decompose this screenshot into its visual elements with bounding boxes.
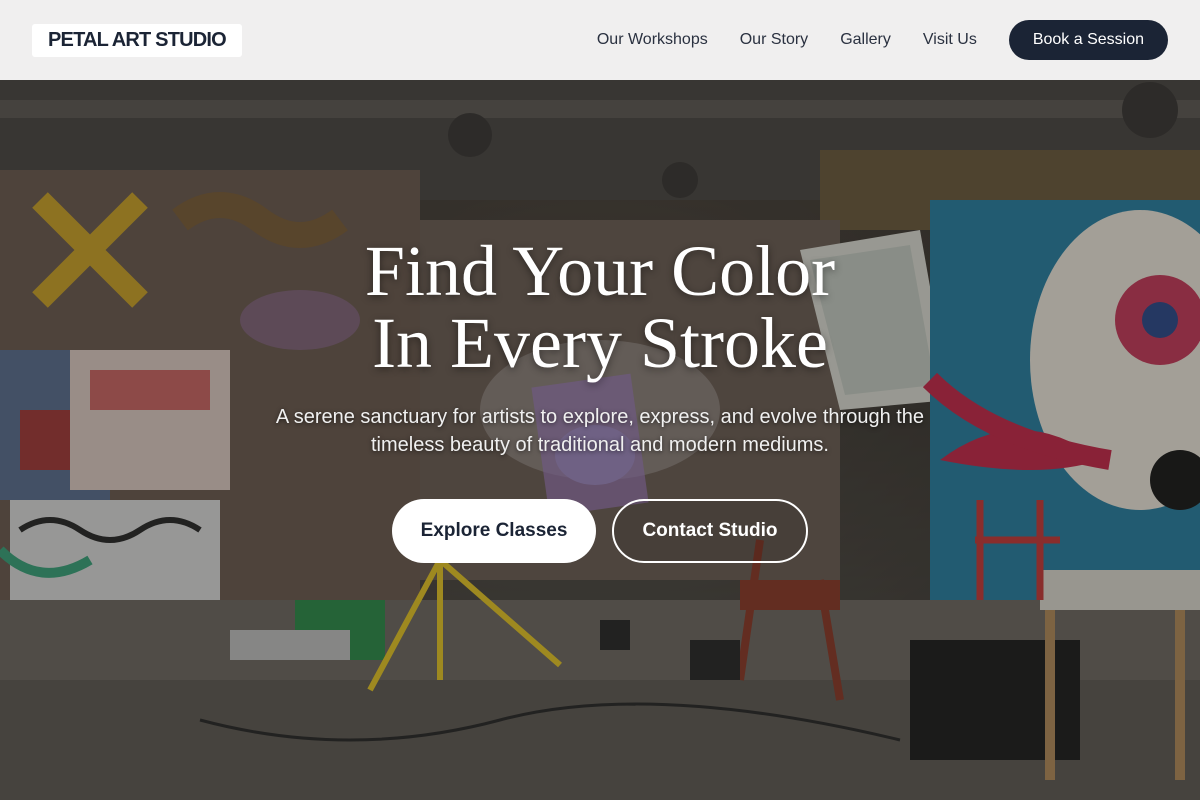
nav-link-visit[interactable]: Visit Us bbox=[923, 31, 977, 49]
nav-link-story[interactable]: Our Story bbox=[740, 31, 808, 49]
hero-headline-line2: In Every Stroke bbox=[372, 303, 828, 383]
contact-studio-button[interactable]: Contact Studio bbox=[612, 499, 808, 563]
site-header: PETAL ART STUDIO Our Workshops Our Story… bbox=[0, 0, 1200, 80]
book-session-button[interactable]: Book a Session bbox=[1008, 20, 1168, 60]
hero-section: Find Your Color In Every Stroke A serene… bbox=[0, 80, 1200, 800]
hero-headline: Find Your Color In Every Stroke bbox=[365, 235, 835, 379]
hero-content: Find Your Color In Every Stroke A serene… bbox=[0, 80, 1200, 800]
hero-subtext: A serene sanctuary for artists to explor… bbox=[275, 406, 925, 456]
main-nav: Our Workshops Our Story Gallery Visit Us… bbox=[597, 20, 1168, 60]
nav-link-gallery[interactable]: Gallery bbox=[840, 31, 891, 49]
brand-logo[interactable]: PETAL ART STUDIO bbox=[32, 23, 242, 57]
explore-classes-button[interactable]: Explore Classes bbox=[392, 499, 596, 563]
nav-link-workshops[interactable]: Our Workshops bbox=[597, 31, 708, 49]
hero-headline-line1: Find Your Color bbox=[364, 231, 836, 311]
hero-cta-row: Explore Classes Contact Studio bbox=[392, 499, 808, 563]
